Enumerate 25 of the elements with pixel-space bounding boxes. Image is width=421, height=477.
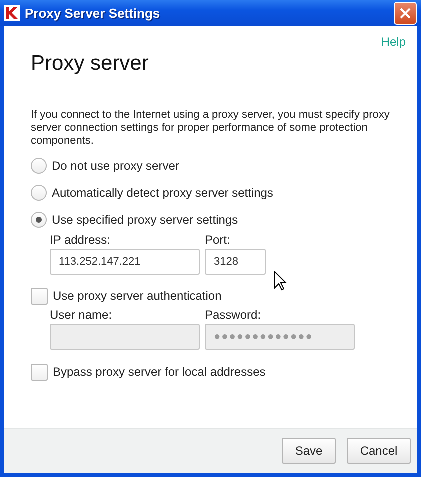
page-heading: Proxy server [31, 52, 150, 76]
radio-label: Do not use proxy server [52, 158, 180, 172]
window-title: Proxy Server Settings [25, 6, 162, 20]
field-label: User name: [50, 308, 114, 322]
radio-label: Use specified proxy server settings [52, 212, 238, 226]
radio-label: Automatically detect proxy server settings [52, 186, 274, 200]
field-label: Password: [205, 308, 262, 322]
description-text: If you connect to the Internet using a proxy server, you must specify proxy server connection settings for proper performance of some protection components. [31, 109, 390, 148]
text-field[interactable]: 113.252.147.221 [50, 249, 200, 275]
cancel-button[interactable]: Cancel [347, 438, 411, 464]
radio-button[interactable] [31, 158, 47, 174]
checkbox-label: Use proxy server authentication [53, 289, 222, 303]
checkbox-label: Bypass proxy server for local addresses [53, 365, 266, 379]
checkbox[interactable] [31, 288, 48, 304]
port-field[interactable]: 3128 [205, 249, 266, 275]
radio-button[interactable] [31, 184, 47, 200]
close-icon [400, 8, 411, 18]
radio-button[interactable] [31, 212, 47, 228]
close-button[interactable] [394, 2, 417, 24]
field-label: Port: [205, 233, 232, 247]
mouse-pointer-icon [274, 271, 287, 291]
save-button[interactable]: Save [282, 438, 336, 464]
field-label: IP address: [50, 233, 112, 247]
checkbox[interactable] [31, 364, 48, 380]
app-logo-icon [4, 5, 20, 21]
